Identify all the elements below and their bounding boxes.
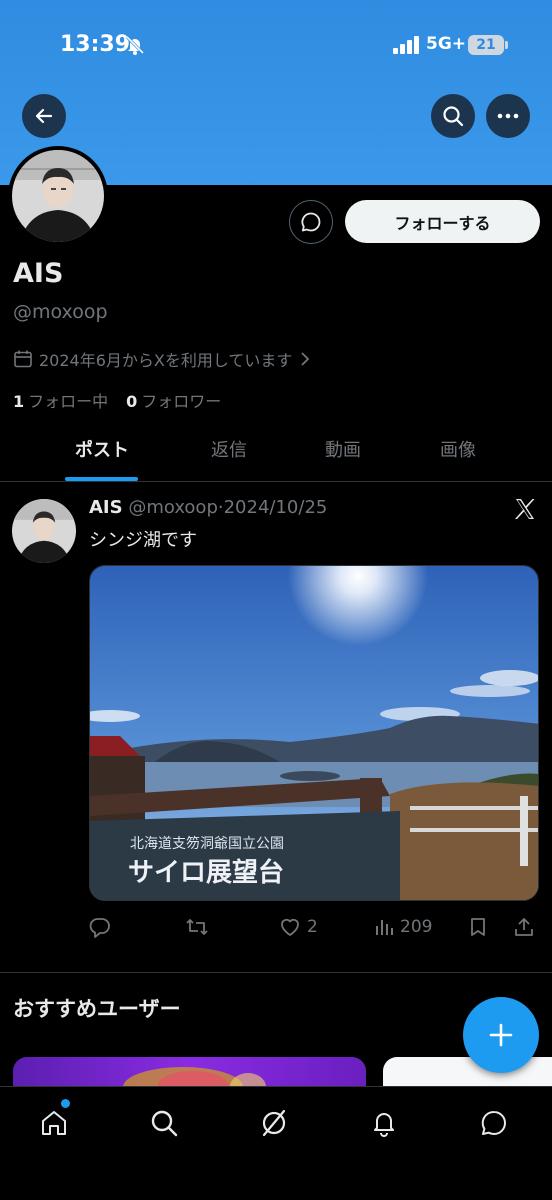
chevron-right-icon [301,352,310,366]
post-date: 2024/10/25 [223,497,328,518]
nav-grok[interactable] [254,1103,294,1143]
more-icon [497,113,519,119]
profile-avatar[interactable] [8,146,108,246]
post-item[interactable]: AIS @moxoop·2024/10/25 シンジ湖です 北海道支笏洞爺国立公… [0,483,552,973]
status-time: 13:39 [60,32,131,57]
bookmark-button[interactable] [469,913,487,941]
like-button[interactable]: 2 [279,913,318,941]
tab-posts[interactable]: ポスト [50,424,154,481]
post-handle: @moxoop [128,497,218,518]
joined-text: 2024年6月からXを利用しています [39,351,293,370]
nav-explore[interactable] [144,1103,184,1143]
battery-tip [505,41,508,49]
joined-date[interactable]: 2024年6月からXを利用しています [13,346,316,372]
tab-videos[interactable]: 動画 [288,424,398,481]
nav-messages[interactable] [474,1103,514,1143]
notifications-icon [374,1113,394,1137]
views-count: 209 [400,917,433,937]
retweet-icon [186,919,208,935]
search-button[interactable] [431,94,475,138]
plus-icon [489,1023,513,1047]
lake-photo: 北海道支笏洞爺国立公園 サイロ展望台 [90,566,538,900]
post-author[interactable]: AIS [89,497,123,518]
status-bar: 13:39 5G+ 21 [0,28,552,64]
repost-button[interactable] [185,913,209,941]
avatar-photo [12,150,104,242]
profile-handle: @moxoop [13,301,108,323]
home-notification-dot [61,1099,70,1108]
follow-button[interactable]: フォローする [345,200,540,243]
post-text: シンジ湖です [89,530,197,551]
post-header: AIS @moxoop·2024/10/25 [89,497,327,518]
x-logo-icon [515,499,535,519]
more-options-button[interactable] [486,94,530,138]
sign-line-2: サイロ展望台 [128,857,284,888]
active-tab-indicator [65,477,138,481]
views-icon [376,920,393,935]
tab-replies[interactable]: 返信 [174,424,284,481]
search-icon [443,106,464,127]
message-icon [301,212,321,232]
compose-button[interactable] [463,997,539,1073]
following-stat[interactable]: 1 フォロー中 [13,388,108,412]
messages-icon [481,1110,506,1135]
post-image[interactable]: 北海道支笏洞爺国立公園 サイロ展望台 [89,565,539,901]
follow-stats: 1 フォロー中 0 フォロワー [13,388,221,412]
profile-tabs: ポスト 返信 動画 画像 [0,424,552,482]
followers-stat[interactable]: 0 フォロワー [126,388,221,412]
calendar-icon [14,350,32,368]
suggested-users-title: おすすめユーザー [13,997,181,1021]
like-icon [281,918,299,936]
battery-indicator: 21 [468,35,504,55]
back-button[interactable] [22,94,66,138]
nav-notifications[interactable] [364,1103,404,1143]
network-type: 5G+ [426,34,467,54]
profile-name: AIS [13,258,64,289]
reply-button[interactable] [89,913,111,941]
silent-bell-icon [125,35,145,55]
home-icon [42,1111,66,1135]
post-actions: 2 209 [89,913,541,941]
bottom-navigation [0,1086,552,1200]
explore-icon [151,1110,178,1137]
tab-images[interactable]: 画像 [403,424,513,481]
reply-icon [89,918,110,938]
message-button[interactable] [289,200,333,244]
sign-line-1: 北海道支笏洞爺国立公園 [130,836,284,852]
share-icon [515,918,533,936]
like-count: 2 [307,917,318,937]
share-button[interactable] [514,913,534,941]
back-arrow-icon [35,108,53,124]
nav-home[interactable] [34,1103,74,1143]
post-avatar[interactable] [12,499,76,563]
views-button[interactable]: 209 [374,913,432,941]
grok-icon [262,1109,286,1137]
signal-icon [393,36,419,54]
avatar-photo [12,499,76,563]
bookmark-icon [471,918,485,936]
